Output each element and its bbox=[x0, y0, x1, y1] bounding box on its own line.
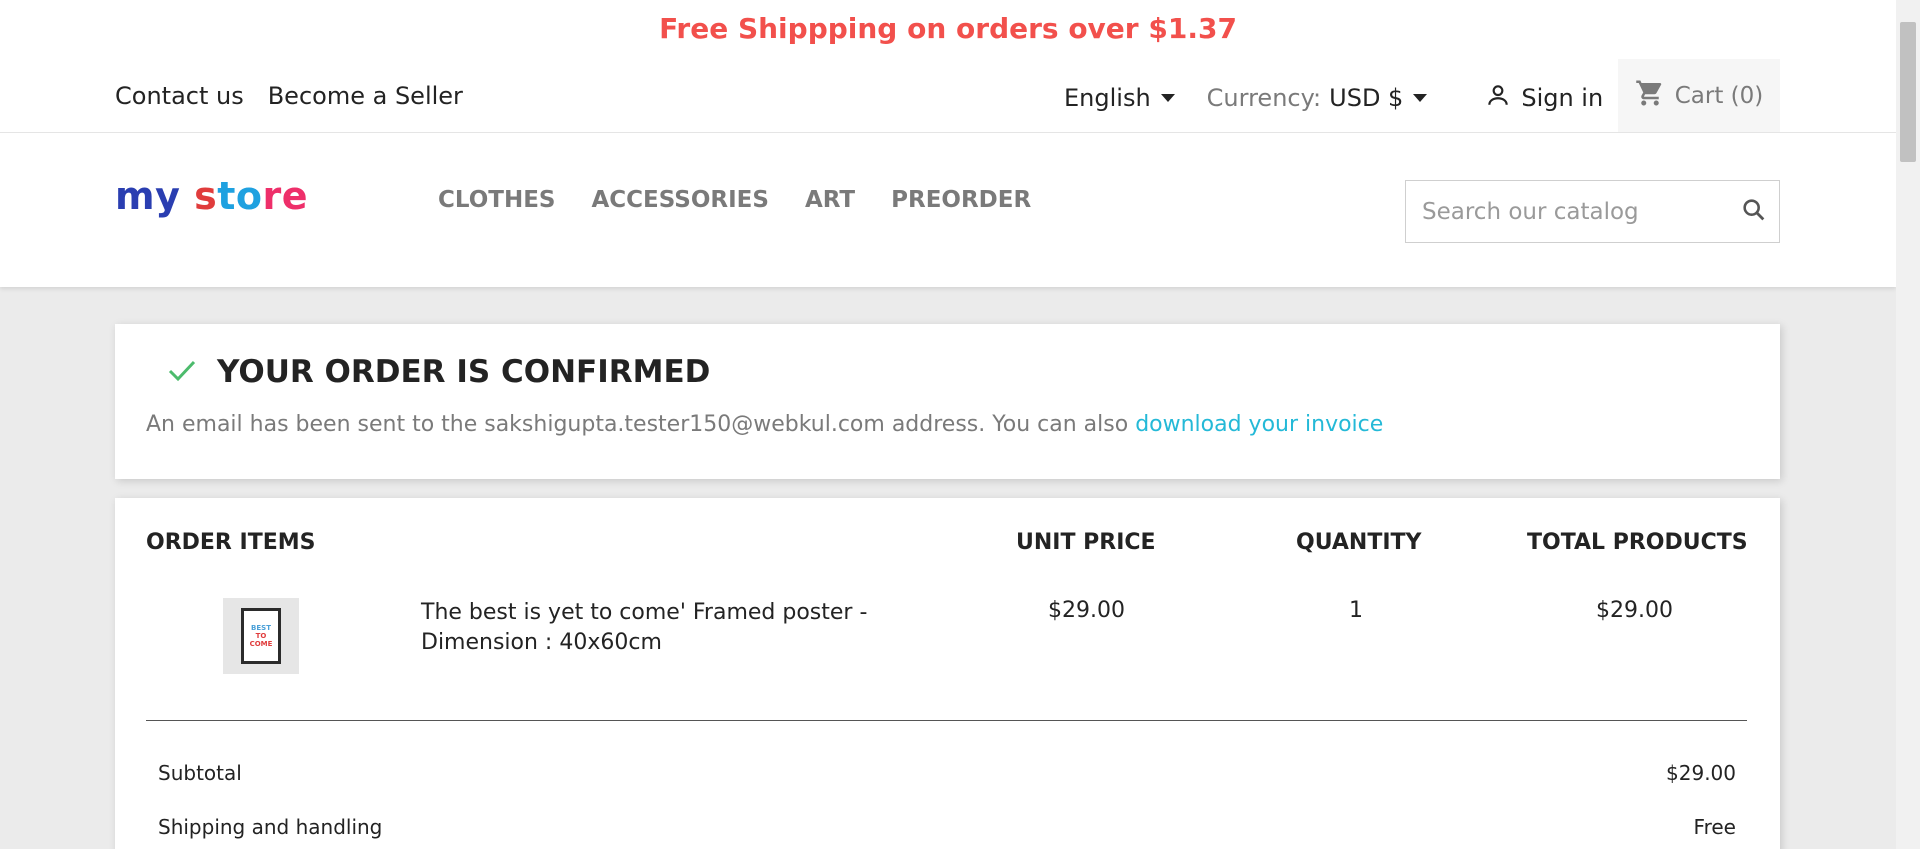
menu-item-clothes[interactable]: CLOTHES bbox=[438, 187, 555, 213]
menu-item-preorder[interactable]: PREORDER bbox=[891, 187, 1031, 213]
shipping-value: Free bbox=[1693, 815, 1736, 839]
product-name: The best is yet to come' Framed poster -… bbox=[421, 600, 868, 655]
order-confirmation-card: YOUR ORDER IS CONFIRMED An email has bee… bbox=[115, 324, 1780, 479]
menu-item-accessories[interactable]: ACCESSORIES bbox=[591, 187, 768, 213]
sign-in-label: Sign in bbox=[1521, 84, 1604, 112]
currency-value: USD $ bbox=[1329, 84, 1404, 112]
quantity-value: 1 bbox=[1349, 598, 1363, 623]
order-items-header: ORDER ITEMS bbox=[146, 530, 316, 555]
promo-banner: Free Shippping on orders over $1.37 bbox=[659, 12, 1237, 45]
shipping-label: Shipping and handling bbox=[158, 815, 383, 839]
page-scrollbar[interactable] bbox=[1896, 0, 1920, 849]
cart-label: Cart (0) bbox=[1674, 83, 1764, 109]
confirmation-title: YOUR ORDER IS CONFIRMED bbox=[217, 354, 711, 390]
product-thumbnail: BEST TO COME bbox=[223, 598, 299, 674]
language-value: English bbox=[1064, 84, 1151, 112]
menu-item-art[interactable]: ART bbox=[805, 187, 855, 213]
total-value: $29.00 bbox=[1596, 598, 1673, 623]
scrollbar-thumb[interactable] bbox=[1900, 22, 1916, 162]
language-selector[interactable]: English bbox=[1064, 84, 1175, 112]
poster-image: BEST TO COME bbox=[241, 608, 281, 664]
search-box bbox=[1405, 180, 1780, 243]
quantity-header: QUANTITY bbox=[1296, 530, 1422, 555]
currency-selector[interactable]: Currency: USD $ bbox=[1207, 84, 1428, 112]
confirmation-heading: YOUR ORDER IS CONFIRMED bbox=[167, 354, 710, 390]
search-input[interactable] bbox=[1406, 198, 1729, 225]
confirmation-message: An email has been sent to the sakshigupt… bbox=[146, 412, 1383, 437]
unit-price-header: UNIT PRICE bbox=[1016, 530, 1156, 555]
become-seller-link[interactable]: Become a Seller bbox=[268, 82, 463, 110]
order-items-card: ORDER ITEMS UNIT PRICE QUANTITY TOTAL PR… bbox=[115, 498, 1780, 849]
header-selectors: English Currency: USD $ Sign in bbox=[1064, 82, 1603, 114]
site-header: Free Shippping on orders over $1.37 Cont… bbox=[0, 0, 1896, 287]
cart-button[interactable]: Cart (0) bbox=[1618, 59, 1780, 133]
search-button[interactable] bbox=[1729, 187, 1779, 237]
check-icon bbox=[167, 357, 197, 387]
user-icon bbox=[1485, 82, 1511, 114]
unit-price-value: $29.00 bbox=[1048, 598, 1125, 623]
chevron-down-icon bbox=[1413, 94, 1428, 102]
items-divider bbox=[146, 720, 1747, 721]
header-links: Contact us Become a Seller bbox=[115, 82, 463, 110]
download-invoice-link[interactable]: download your invoice bbox=[1135, 412, 1383, 437]
page: Free Shippping on orders over $1.37 Cont… bbox=[0, 0, 1920, 849]
search-icon bbox=[1740, 196, 1768, 228]
sign-in-link[interactable]: Sign in bbox=[1485, 82, 1603, 114]
store-logo[interactable]: my store bbox=[115, 174, 308, 218]
header-divider bbox=[0, 132, 1896, 133]
subtotal-value: $29.00 bbox=[1666, 761, 1736, 785]
confirmation-text: An email has been sent to the sakshigupt… bbox=[146, 412, 1136, 437]
currency-label: Currency: bbox=[1206, 84, 1322, 112]
total-products-header: TOTAL PRODUCTS bbox=[1527, 530, 1748, 555]
category-menu: CLOTHES ACCESSORIES ART PREORDER bbox=[438, 187, 1031, 213]
contact-us-link[interactable]: Contact us bbox=[115, 82, 244, 110]
subtotal-label: Subtotal bbox=[158, 761, 242, 785]
cart-icon bbox=[1635, 78, 1665, 114]
chevron-down-icon bbox=[1160, 94, 1175, 102]
